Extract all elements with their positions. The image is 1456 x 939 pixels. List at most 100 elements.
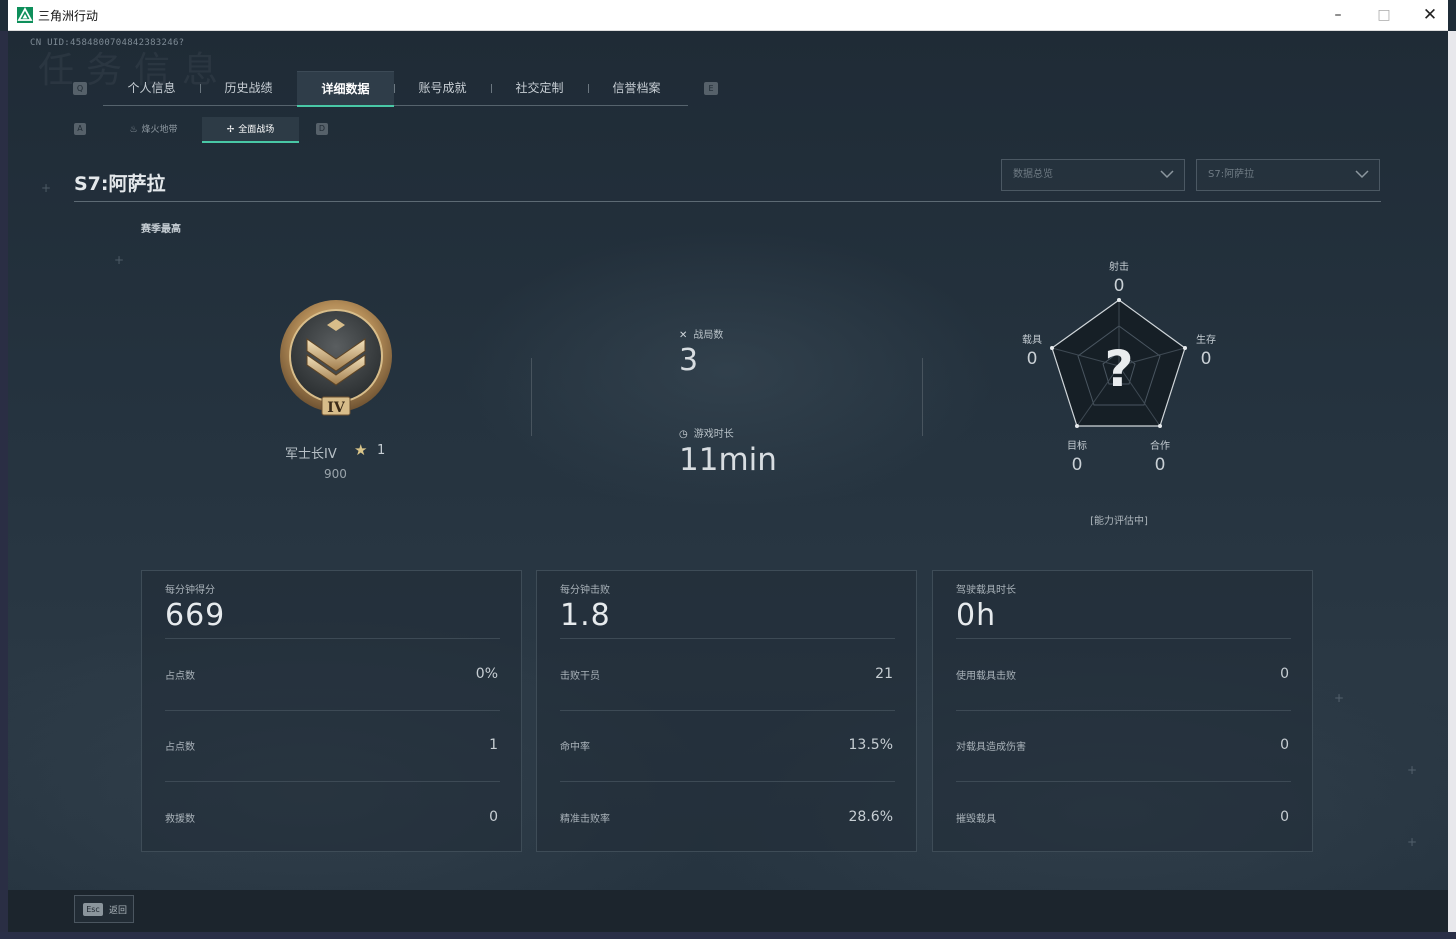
matches-stat-label: ✕ 战局数 [679,326,723,341]
combat-stats-panel: 每分钟击败 1.8 击败干员 21 命中率 13.5% 精准击败率 28.6% [536,570,917,852]
panel-row-label: 命中率 [560,742,590,753]
panel-divider [560,710,895,711]
flame-icon: ♨ [129,125,138,135]
panel-row-value: 0% [475,666,498,682]
data-type-dropdown[interactable]: 数据总览 [1001,159,1185,191]
panel-divider [956,638,1291,639]
season-best-label: 赛季最高 [141,224,181,235]
playtime-value: 11min [679,442,777,478]
subtab-label: 全面战场 [238,125,275,135]
panel-divider [165,638,500,639]
panel-value: 669 [165,598,226,633]
panel-divider [165,710,500,711]
decor-cross: + [1407,835,1418,849]
crossed-swords-icon: ✕ [679,330,688,341]
season-dropdown[interactable]: S7:阿萨拉 [1196,159,1380,191]
header-divider [74,201,1381,202]
panel-row-value: 0 [1280,809,1289,825]
rank-score: 900 [324,467,347,481]
battlefield-icon: ✢ [226,125,235,135]
panel-row-value: 1 [489,737,498,753]
panel-row-value: 0 [489,809,498,825]
maximize-button[interactable]: □ [1361,0,1407,30]
esc-key-hint: Esc [83,903,103,916]
main-tabs: 个人信息 历史战绩 详细数据 账号成就 社交定制 信誉档案 [103,71,688,107]
tab-next-key-hint: E [704,82,718,95]
panel-divider [956,781,1291,782]
tab-detailed-data[interactable]: 详细数据 [297,71,394,107]
left-edge [0,31,8,932]
panel-row-label: 精准击败率 [560,814,610,825]
panel-row-label: 救援数 [165,814,195,825]
decor-cross: + [41,181,52,195]
radar-axis-value: 0 [1026,349,1038,369]
window-title: 三角洲行动 [38,9,99,23]
tab-achievements[interactable]: 账号成就 [394,71,491,105]
radar-axis-label: 目标 [1067,441,1087,452]
radar-axis-label: 生存 [1196,335,1216,346]
tab-credit-record[interactable]: 信誉档案 [588,71,685,105]
playtime-stat-label: ◷ 游戏时长 [679,425,734,440]
subtab-all-out-war[interactable]: ✢ 全面战场 [202,117,299,143]
tab-prev-key-hint: Q [73,82,87,95]
panel-row-label: 对载具造成伤害 [956,742,1026,753]
rank-numeral: IV [327,400,346,416]
panel-title: 每分钟击败 [560,585,610,596]
panel-row-label: 使用载具击败 [956,671,1016,682]
panel-row-value: 21 [875,666,893,682]
radar-axis-value: 0 [1071,455,1083,475]
playtime-label: 游戏时长 [693,429,734,440]
footer-bar: Esc 返回 [8,890,1448,932]
panel-row-label: 击败干员 [560,671,600,682]
radar-axis-label: 载具 [1022,335,1042,346]
player-uid: CN UID:4584800704842383246? [30,38,185,48]
panel-divider [560,781,895,782]
game-screen: 任务信息 CN UID:4584800704842383246? + + + +… [8,31,1448,890]
delta-force-app-icon [17,7,33,23]
panel-row-label: 占点数 [165,671,195,682]
close-button[interactable]: ✕ [1407,0,1453,30]
panel-row-value: 13.5% [848,737,893,753]
vehicle-stats-panel: 驾驶载具时长 0h 使用载具击败 0 对载具造成伤害 0 摧毁载具 0 [932,570,1313,852]
panel-row-value: 0 [1280,666,1289,682]
subtab-prev-key-hint: A [74,123,86,135]
bottom-strip [0,932,1456,939]
back-label: 返回 [109,906,128,916]
right-edge [1448,31,1456,932]
subtab-hazard-zone[interactable]: ♨ 烽火地带 [105,117,202,143]
panel-row-label: 摧毁载具 [956,814,996,825]
chevron-down-icon [1160,170,1174,179]
radar-status-note: [能力评估中] [1090,516,1148,527]
decor-cross: + [1334,691,1345,705]
section-divider [922,358,923,436]
matches-value: 3 [679,343,699,378]
season-title: S7:阿萨拉 [74,173,166,195]
subtab-label: 烽火地带 [141,125,178,135]
ability-radar-chart: ? [1050,298,1187,428]
dropdown-value: S7:阿萨拉 [1208,169,1255,180]
panel-row-value: 0 [1280,737,1289,753]
panel-divider [560,638,895,639]
rank-name: 军士长IV [285,447,337,462]
section-divider [531,358,532,436]
tab-personal-info[interactable]: 个人信息 [103,71,200,105]
back-button[interactable]: Esc 返回 [74,895,134,923]
tab-social-custom[interactable]: 社交定制 [491,71,588,105]
decor-cross: + [114,253,125,267]
panel-value: 1.8 [560,598,611,633]
panel-title: 每分钟得分 [165,585,215,596]
panel-divider [956,710,1291,711]
rank-star-count: 1 [377,443,386,458]
panel-divider [165,781,500,782]
panel-title: 驾驶载具时长 [956,585,1016,596]
chevron-down-icon [1355,170,1369,179]
radar-axis-label: 合作 [1150,441,1170,452]
radar-center-mark: ? [1104,340,1133,398]
radar-axis-value: 0 [1113,276,1125,296]
score-stats-panel: 每分钟得分 669 占点数 0% 占点数 1 救援数 0 [141,570,522,852]
tab-match-history[interactable]: 历史战绩 [200,71,297,105]
minimize-button[interactable]: – [1315,0,1361,30]
panel-value: 0h [956,598,997,633]
subtab-next-key-hint: D [316,123,328,135]
mode-subtabs: ♨ 烽火地带 ✢ 全面战场 [105,117,299,143]
